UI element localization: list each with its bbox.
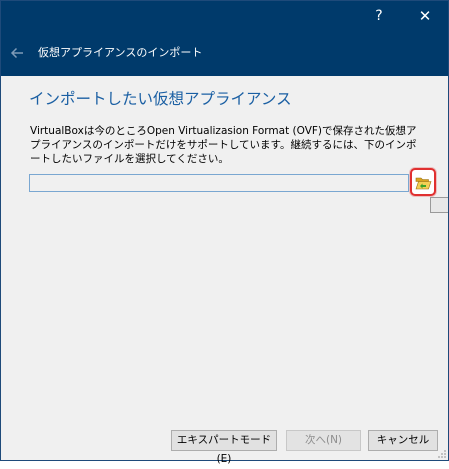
import-appliance-dialog: ? ✕ 仮想アプライアンスのインポート インポートしたい仮想アプライアンス Vi… [0,0,449,465]
title-bar: ? ✕ [1,1,448,31]
tooltip-fragment [430,197,448,213]
page-heading: インポートしたい仮想アプライアンス [29,90,292,108]
next-button[interactable]: 次へ(N) [286,430,361,451]
file-path-input[interactable] [29,174,409,192]
wizard-page: インポートしたい仮想アプライアンス VirtualBoxは今のところOpen V… [1,76,448,411]
page-description: VirtualBoxは今のところOpen Virtualizasion Form… [30,125,417,165]
wizard-header: 仮想アプライアンスのインポート [1,31,448,76]
resize-grip-icon[interactable] [437,449,447,459]
button-bar: エキスパートモード(E) 次へ(N) キャンセル [1,411,448,465]
folder-open-icon [415,177,432,190]
help-button[interactable]: ? [356,1,402,31]
cancel-button[interactable]: キャンセル [368,430,438,451]
wizard-title: 仮想アプライアンスのインポート [38,46,203,59]
arrow-left-icon[interactable] [9,45,25,61]
browse-file-button[interactable] [410,168,436,196]
expert-mode-button[interactable]: エキスパートモード(E) [171,430,277,465]
close-button[interactable]: ✕ [402,1,448,31]
